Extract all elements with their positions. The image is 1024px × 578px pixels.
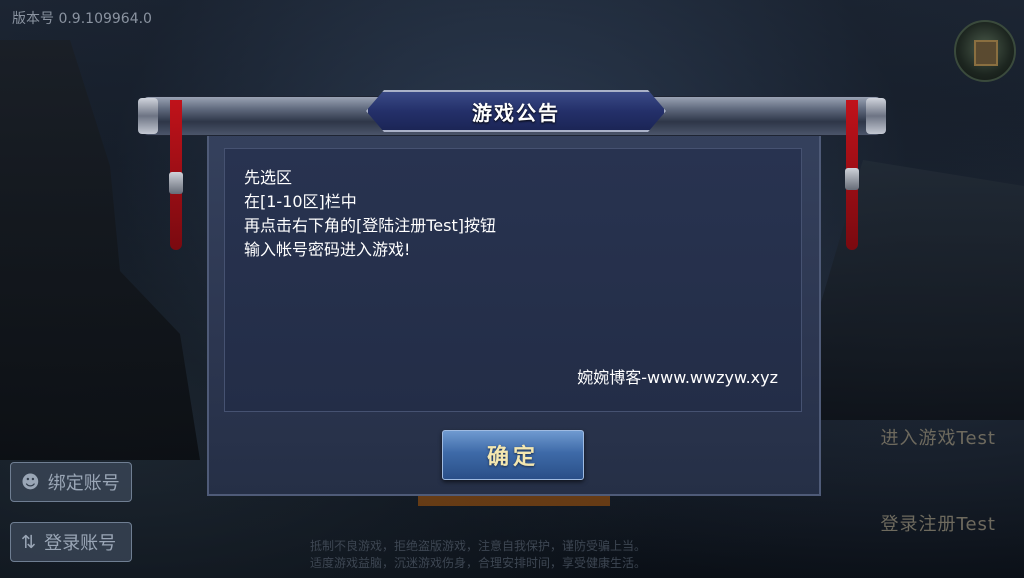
enter-game-button[interactable]: 进入游戏Test: [881, 424, 996, 450]
dialog-title: 游戏公告: [472, 100, 560, 125]
tassel-knot-right: [845, 168, 859, 190]
message-line-3: 再点击右下角的[登陆注册Test]按钮: [244, 216, 496, 235]
message-line-1: 先选区: [244, 168, 293, 187]
version-label: 版本号 0.9.109964.0: [12, 11, 152, 27]
message-line-2: 在[1-10区]栏中: [244, 192, 357, 211]
announcement-message: 先选区 在[1-10区]栏中 再点击右下角的[登陆注册Test]按钮 输入帐号密…: [244, 166, 784, 262]
bind-account-button[interactable]: ☻ 绑定账号: [10, 462, 132, 502]
scroll-rod-cap-left: [138, 98, 158, 134]
hidden-button-edge: [418, 496, 610, 506]
house-icon: [974, 40, 998, 66]
tassel-knot-left: [169, 172, 183, 194]
announcement-signature: 婉婉博客-www.wwzyw.xyz: [577, 368, 778, 387]
message-line-4: 输入帐号密码进入游戏!: [244, 240, 411, 259]
confirm-button[interactable]: 确定: [442, 430, 584, 480]
user-icon: ☻: [21, 471, 40, 493]
swap-icon: ⇅: [21, 531, 37, 553]
scroll-rod-cap-right: [866, 98, 886, 134]
login-account-button[interactable]: ⇅ 登录账号: [10, 522, 132, 562]
health-notice-line-2: 适度游戏益脑，沉迷游戏伤身，合理安排时间，享受健康生活。: [310, 556, 647, 570]
corner-menu-button[interactable]: [954, 20, 1016, 82]
bind-account-label: 绑定账号: [47, 473, 120, 494]
health-notice-line-1: 抵制不良游戏，拒绝盗版游戏，注意自我保护，谨防受骗上当。: [310, 539, 647, 553]
health-notice: 抵制不良游戏，拒绝盗版游戏，注意自我保护，谨防受骗上当。 适度游戏益脑，沉迷游戏…: [310, 538, 710, 572]
login-account-label: 登录账号: [44, 533, 117, 554]
dialog-title-plate: 游戏公告: [366, 90, 666, 132]
confirm-button-label: 确定: [486, 445, 539, 470]
register-login-button[interactable]: 登录注册Test: [881, 510, 996, 536]
